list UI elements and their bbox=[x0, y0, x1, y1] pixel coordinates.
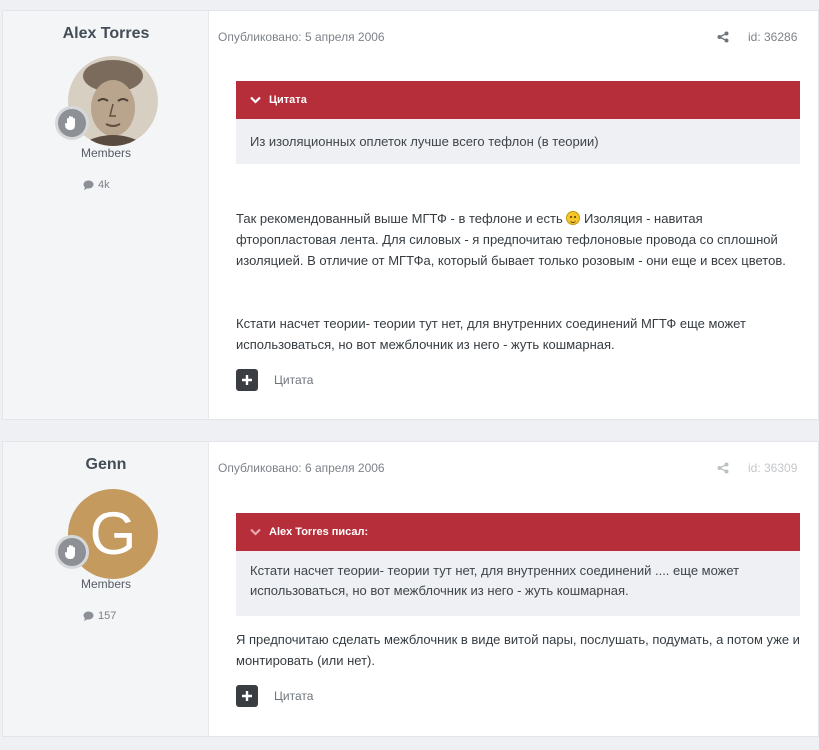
quote-title: Alex Torres писал: bbox=[269, 526, 369, 538]
author-panel: Alex Torres Members 4k bbox=[3, 11, 209, 419]
author-name[interactable]: Alex Torres bbox=[3, 25, 209, 43]
quote-button[interactable]: Цитата bbox=[274, 689, 313, 703]
post-count-value: 4k bbox=[98, 179, 110, 191]
chevron-down-icon bbox=[250, 528, 261, 536]
plus-icon bbox=[242, 691, 252, 701]
post-date[interactable]: Опубликовано: 6 апреля 2006 bbox=[218, 461, 385, 475]
post-paragraph: Так рекомендованный выше МГТФ - в тефлон… bbox=[236, 208, 806, 271]
quote-header[interactable]: Цитата bbox=[236, 81, 800, 119]
post-actions: Цитата bbox=[236, 685, 313, 707]
forum-post: Alex Torres Members 4k Опубликовано: 5 а… bbox=[2, 10, 819, 420]
comment-icon bbox=[83, 180, 94, 190]
quote-block: Alex Torres писал: Кстати насчет теории-… bbox=[236, 513, 800, 616]
comment-icon bbox=[83, 611, 94, 621]
plus-icon bbox=[242, 375, 252, 385]
post-id[interactable]: id: 36286 bbox=[748, 30, 797, 44]
smiley-icon bbox=[566, 211, 581, 225]
post-content: Опубликовано: 5 апреля 2006 id: 36286 Ци… bbox=[209, 11, 818, 419]
post-id[interactable]: id: 36309 bbox=[748, 461, 797, 475]
post-paragraph: Я предпочитаю сделать межблочник в виде … bbox=[236, 632, 800, 668]
quote-header[interactable]: Alex Torres писал: bbox=[236, 513, 800, 551]
share-icon[interactable] bbox=[717, 30, 729, 48]
post-text: Так рекомендованный выше МГТФ - в тефлон… bbox=[236, 211, 563, 226]
author-panel: Genn G Members 157 bbox=[3, 442, 209, 736]
quote-text: Кстати насчет теории- теории тут нет, дл… bbox=[236, 551, 800, 616]
chevron-down-icon bbox=[250, 96, 261, 104]
multiquote-button[interactable] bbox=[236, 685, 258, 707]
multiquote-button[interactable] bbox=[236, 369, 258, 391]
rank-hand-icon bbox=[65, 116, 75, 130]
post-count: 4k bbox=[83, 179, 110, 191]
quote-block: Цитата Из изоляционных оплеток лучше все… bbox=[236, 81, 800, 164]
member-group: Members bbox=[80, 146, 131, 160]
post-paragraph: Кстати насчет теории- теории тут нет, дл… bbox=[236, 316, 746, 352]
forum-post: Genn G Members 157 Опубликовано: 6 апрел… bbox=[2, 441, 819, 737]
share-icon[interactable] bbox=[717, 461, 729, 479]
post-count-value: 157 bbox=[98, 610, 117, 622]
rank-badge bbox=[55, 106, 89, 140]
member-group: Members bbox=[80, 577, 131, 591]
quote-text: Из изоляционных оплеток лучше всего тефл… bbox=[236, 119, 800, 164]
post-actions: Цитата bbox=[236, 369, 313, 391]
post-date[interactable]: Опубликовано: 5 апреля 2006 bbox=[218, 30, 385, 44]
rank-badge bbox=[55, 535, 89, 569]
post-content: Опубликовано: 6 апреля 2006 id: 36309 Al… bbox=[209, 442, 818, 736]
author-name[interactable]: Genn bbox=[3, 456, 209, 474]
rank-hand-icon bbox=[65, 545, 75, 559]
post-count: 157 bbox=[83, 610, 116, 622]
quote-button[interactable]: Цитата bbox=[274, 373, 313, 387]
quote-title: Цитата bbox=[269, 94, 307, 106]
